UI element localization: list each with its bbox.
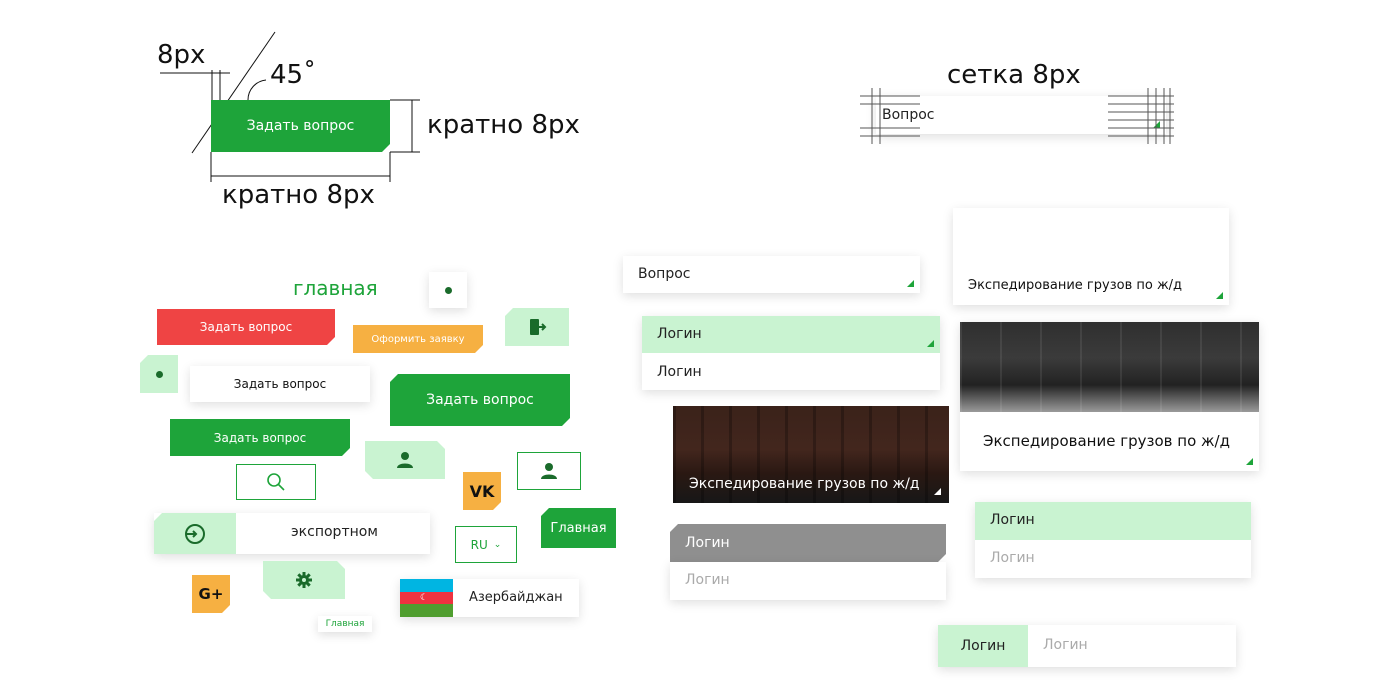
spec-8px-label: 8px: [157, 40, 206, 70]
language-value: RU: [470, 537, 488, 552]
login-inline-label-box: Логин: [938, 625, 1028, 667]
login-gray-input[interactable]: Логин: [670, 562, 946, 600]
corner-marker: [1216, 292, 1223, 299]
google-plus-icon: G+: [198, 585, 224, 603]
login-dropdown[interactable]: Логин Логин: [642, 316, 940, 390]
main-tab[interactable]: Главная: [541, 508, 616, 548]
exit-icon: [530, 319, 547, 335]
dot-icon: [155, 370, 163, 378]
login-inline-field[interactable]: Логин Логин: [938, 625, 1236, 667]
main-heading: главная: [293, 276, 378, 300]
grid-lines-right: [1108, 88, 1174, 144]
user-icon: [541, 463, 557, 479]
login-option-text[interactable]: Логин: [657, 364, 702, 380]
vk-icon: VK: [469, 481, 495, 501]
login-gray-head: Логин: [670, 524, 946, 562]
user-button-filled[interactable]: [365, 441, 445, 479]
login-green-field[interactable]: Логин Логин: [975, 502, 1251, 578]
exit-button[interactable]: [505, 308, 569, 346]
spec-angle-label: 45˚: [270, 60, 317, 90]
login-option-active[interactable]: Логин: [642, 316, 940, 353]
green-ask-button-small[interactable]: Задать вопрос: [170, 419, 350, 456]
tiny-main-link[interactable]: Главная: [318, 616, 372, 632]
train-photo-caption: Экспедирование грузов по ж/д: [689, 476, 920, 492]
train-photo-card[interactable]: Экспедирование грузов по ж/д: [673, 406, 949, 503]
corner-marker: [1246, 458, 1253, 465]
settings-button[interactable]: [263, 561, 345, 599]
azerbaijan-flag-icon: ☾: [400, 579, 453, 617]
gplus-button[interactable]: G+: [192, 575, 230, 613]
corner-marker: [907, 280, 914, 287]
search-field[interactable]: экспортном: [154, 513, 430, 554]
search-button[interactable]: [236, 464, 316, 500]
login-green-head: Логин: [975, 502, 1251, 540]
search-icon: [267, 473, 285, 491]
red-ask-button[interactable]: Задать вопрос: [157, 309, 335, 345]
login-option-active-text: Логин: [657, 326, 702, 342]
service-card[interactable]: Экспедирование грузов по ж/д: [953, 208, 1229, 305]
order-button[interactable]: Оформить заявку: [353, 325, 483, 353]
corner-marker: [934, 488, 941, 495]
spec-multiple-right: кратно 8px: [427, 110, 580, 140]
vk-button[interactable]: VK: [463, 472, 501, 510]
login-gray-head-text: Логин: [685, 535, 730, 551]
corner-marker: [927, 340, 934, 347]
white-ask-button[interactable]: Задать вопрос: [190, 366, 370, 402]
spec-multiple-bottom: кратно 8px: [222, 180, 375, 210]
question-field-text: Вопрос: [638, 266, 691, 282]
login-inline-label: Логин: [960, 638, 1006, 654]
spec-ask-button[interactable]: Задать вопрос: [211, 100, 390, 152]
train-service-card[interactable]: Экспедирование грузов по ж/д: [960, 322, 1259, 471]
search-field-text: экспортном: [291, 524, 378, 540]
chevron-down-icon: ⌄: [493, 539, 502, 550]
train-service-card-text: Экспедирование грузов по ж/д: [983, 432, 1230, 450]
country-select[interactable]: ☾ Азербайджан: [400, 579, 579, 617]
login-inline-placeholder: Логин: [1043, 637, 1088, 653]
country-name: Азербайджан: [469, 590, 563, 605]
login-green-placeholder: Логин: [990, 550, 1035, 566]
arrow-circle-icon: [185, 523, 205, 544]
login-green-head-text: Логин: [990, 512, 1035, 528]
dot-tile-top[interactable]: [429, 272, 467, 308]
go-button[interactable]: [154, 513, 236, 554]
grid-lines-left: [860, 88, 920, 144]
dot-tile-left[interactable]: [140, 355, 178, 393]
user-icon: [396, 451, 414, 469]
login-gray-field[interactable]: Логин Логин: [670, 524, 946, 600]
question-field[interactable]: Вопрос: [623, 256, 920, 293]
gear-icon: [295, 571, 313, 589]
dot-icon: [444, 286, 452, 294]
service-card-text: Экспедирование грузов по ж/д: [968, 278, 1183, 293]
train-image: [960, 322, 1259, 412]
language-select[interactable]: RU ⌄: [455, 526, 517, 563]
login-gray-placeholder: Логин: [685, 572, 730, 588]
grid-title: сетка 8px: [947, 60, 1081, 90]
green-ask-button-large[interactable]: Задать вопрос: [390, 374, 570, 426]
user-button-outline[interactable]: [517, 452, 581, 490]
